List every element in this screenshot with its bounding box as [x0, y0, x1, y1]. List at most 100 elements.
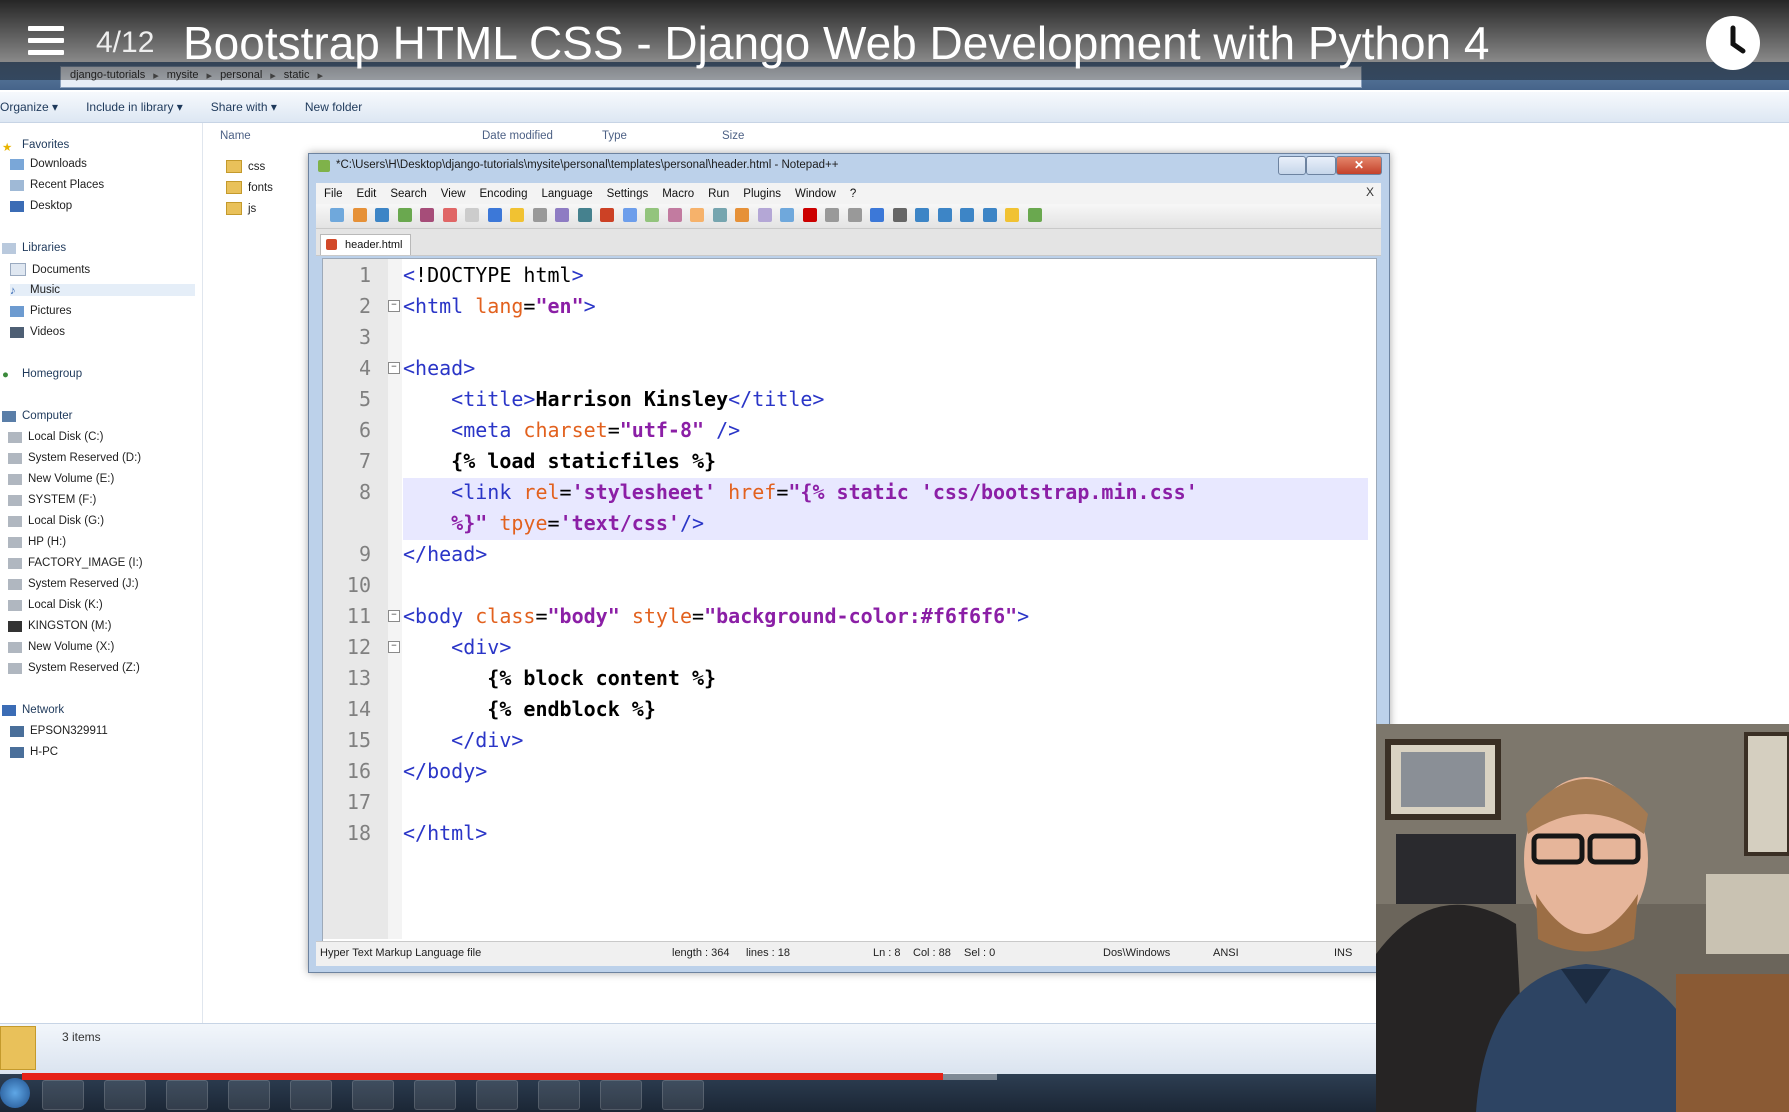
up-icon[interactable]	[937, 208, 952, 222]
menu-help[interactable]: ?	[850, 188, 856, 200]
nav-item-network-pc[interactable]: EPSON329911	[10, 725, 108, 737]
nav-libraries[interactable]: Libraries	[2, 242, 66, 254]
play-multiple-icon[interactable]	[870, 208, 884, 222]
nav-item-drive[interactable]: FACTORY_IMAGE (I:)	[8, 557, 143, 569]
app-taskbar-icon[interactable]	[414, 1080, 456, 1110]
nav-item-documents[interactable]: Documents	[10, 263, 90, 276]
nav-item-music[interactable]: ♪ Music	[10, 284, 195, 297]
nav-item-desktop[interactable]: Desktop	[10, 200, 72, 212]
menu-plugins[interactable]: Plugins	[743, 188, 781, 200]
close-button[interactable]: ✕	[1336, 156, 1382, 175]
folder-item[interactable]: fonts	[226, 181, 273, 194]
nav-item-drive[interactable]: HP (H:)	[8, 536, 66, 548]
save-icon[interactable]	[375, 208, 389, 222]
code-line[interactable]: %}" tpye='text/css'/>	[403, 511, 704, 535]
nav-item-network-pc[interactable]: H-PC	[10, 746, 58, 758]
nav-item-pictures[interactable]: Pictures	[10, 305, 72, 317]
zoom-out-icon[interactable]	[667, 208, 682, 222]
code-line[interactable]: <title>Harrison Kinsley</title>	[403, 387, 824, 411]
code-line[interactable]: <!DOCTYPE html>	[403, 263, 584, 287]
menu-macro[interactable]: Macro	[662, 188, 694, 200]
include-in-library-button[interactable]: Include in library ▾	[86, 100, 183, 114]
nav-item-drive[interactable]: New Volume (X:)	[8, 641, 114, 653]
indent-guide-icon[interactable]	[780, 208, 794, 222]
zoom-in-icon[interactable]	[645, 208, 659, 222]
explorer-taskbar-icon[interactable]	[166, 1080, 208, 1110]
nav-item-drive[interactable]: Local Disk (C:)	[8, 431, 103, 443]
chrome-taskbar-icon[interactable]	[42, 1080, 84, 1110]
close-all-icon[interactable]	[442, 208, 457, 222]
fold-toggle-icon[interactable]: −	[388, 300, 400, 312]
code-line[interactable]: <html lang="en">	[403, 294, 596, 318]
copy-icon[interactable]	[510, 208, 524, 222]
nav-item-drive[interactable]: Local Disk (G:)	[8, 515, 104, 527]
share-with-button[interactable]: Share with ▾	[211, 100, 277, 114]
code-line[interactable]: {% load staticfiles %}	[403, 449, 716, 473]
nav-item-drive[interactable]: System Reserved (D:)	[8, 452, 141, 464]
code-line[interactable]: </body>	[403, 759, 487, 783]
new-icon[interactable]	[330, 208, 344, 222]
open-icon[interactable]	[352, 208, 367, 222]
code-line[interactable]: <body class="body" style="background-col…	[403, 604, 1029, 628]
media-player-taskbar-icon[interactable]	[104, 1080, 146, 1110]
close-icon[interactable]	[420, 208, 434, 222]
column-header-name[interactable]: Name	[220, 130, 251, 142]
bookmark-icon[interactable]	[1005, 208, 1019, 222]
sync-h-icon[interactable]	[712, 208, 727, 222]
video-title[interactable]: Bootstrap HTML CSS - Django Web Developm…	[183, 16, 1490, 70]
save-macro-icon[interactable]	[892, 208, 907, 222]
stop-macro-icon[interactable]	[825, 208, 839, 222]
nav-homegroup[interactable]: ● Homegroup	[2, 368, 82, 381]
minimize-button[interactable]	[1278, 156, 1306, 175]
nav-item-recent-places[interactable]: Recent Places	[10, 179, 104, 191]
nav-item-downloads[interactable]: Downloads	[10, 158, 87, 170]
column-header-size[interactable]: Size	[722, 130, 744, 142]
terminal-taskbar-icon[interactable]	[600, 1080, 642, 1110]
spell-check-icon[interactable]	[1027, 208, 1042, 222]
all-chars-icon[interactable]	[757, 208, 772, 222]
close-document-button[interactable]: X	[1366, 185, 1374, 199]
code-line[interactable]: </html>	[403, 821, 487, 845]
undo-icon[interactable]	[555, 208, 569, 222]
menu-search[interactable]: Search	[390, 188, 426, 200]
nav-favorites[interactable]: ★ Favorites	[2, 139, 69, 154]
code-line[interactable]: <head>	[403, 356, 475, 380]
organize-button[interactable]: Organize ▾	[0, 100, 58, 114]
nav-computer[interactable]: Computer	[2, 410, 73, 422]
record-macro-icon[interactable]	[802, 208, 817, 222]
video-progress-bar[interactable]	[22, 1073, 944, 1080]
code-line[interactable]: <meta charset="utf-8" />	[403, 418, 740, 442]
down-icon[interactable]	[960, 208, 974, 222]
notepadpp-taskbar-icon[interactable]	[662, 1080, 704, 1110]
column-header-type[interactable]: Type	[602, 130, 627, 142]
nav-item-drive[interactable]: KINGSTON (M:)	[8, 620, 111, 632]
code-line[interactable]: <div>	[403, 635, 511, 659]
folder-item[interactable]: js	[226, 202, 256, 215]
nav-item-drive[interactable]: New Volume (E:)	[8, 473, 114, 485]
cut-icon[interactable]	[487, 208, 502, 222]
save-all-icon[interactable]	[397, 208, 412, 222]
wrap-icon[interactable]	[735, 208, 749, 222]
new-folder-button[interactable]: New folder	[305, 100, 362, 114]
maximize-button[interactable]	[1306, 156, 1336, 175]
menu-file[interactable]: File	[324, 188, 343, 200]
paste-icon[interactable]	[532, 208, 547, 222]
menu-window[interactable]: Window	[795, 188, 836, 200]
redo-icon[interactable]	[577, 208, 592, 222]
firefox-taskbar-icon[interactable]	[352, 1080, 394, 1110]
fold-toggle-icon[interactable]: −	[388, 610, 400, 622]
editor-taskbar-icon[interactable]	[228, 1080, 270, 1110]
code-line[interactable]: {% endblock %}	[403, 697, 656, 721]
menu-encoding[interactable]: Encoding	[480, 188, 528, 200]
code-line[interactable]: <link rel='stylesheet' href="{% static '…	[403, 480, 1198, 504]
play-macro-icon[interactable]	[847, 208, 862, 222]
code-line[interactable]: </div>	[403, 728, 523, 752]
nav-item-drive[interactable]: System Reserved (J:)	[8, 578, 139, 590]
find-icon[interactable]	[600, 208, 614, 222]
code-line[interactable]: {% block content %}	[403, 666, 716, 690]
menu-settings[interactable]: Settings	[607, 188, 649, 200]
folder-item[interactable]: css	[226, 160, 265, 173]
menu-run[interactable]: Run	[708, 188, 729, 200]
nav-item-drive[interactable]: System Reserved (Z:)	[8, 662, 140, 674]
menu-view[interactable]: View	[441, 188, 466, 200]
